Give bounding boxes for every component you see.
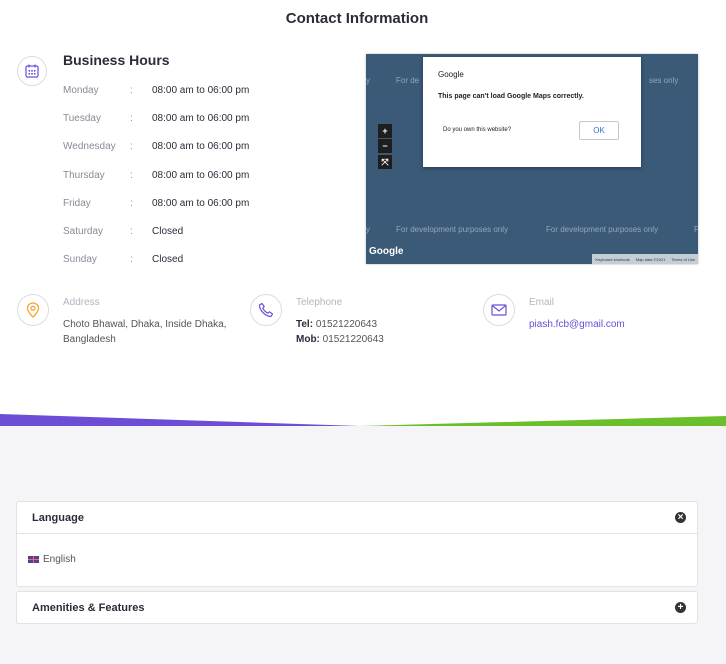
hours-value: 08:00 am to 06:00 pm [152,84,250,96]
address-line-2: Bangladesh [63,334,116,345]
expand-icon[interactable]: + [675,602,686,613]
zoom-in-button[interactable]: + [378,124,392,138]
separator: : [130,140,133,152]
hours-value: Closed [152,225,184,237]
keyboard-shortcuts-link[interactable]: Keyboard shortcuts [595,257,629,262]
zoom-out-button[interactable]: − [378,139,392,153]
map-watermark: For development purposes only [396,225,509,234]
day-label: Thursday [63,169,105,181]
separator: : [130,112,133,124]
hours-row-saturday: Saturday : Closed [63,221,183,241]
email-icon [483,294,515,326]
google-map[interactable]: y For de ses only y For development purp… [366,54,698,264]
tel-line: Tel: 01521220643 [296,317,384,332]
map-error-dialog: Google This page can't load Google Maps … [423,57,641,167]
hours-row-friday: Friday : 08:00 am to 06:00 pm [63,193,249,213]
telephone-label: Telephone [296,297,343,308]
map-watermark: F [694,225,698,234]
hours-row-wednesday: Wednesday : 08:00 am to 06:00 pm [63,136,249,156]
tel-number[interactable]: 01521220643 [313,319,377,330]
address-label: Address [63,297,100,308]
map-watermark: For development purposes only [546,225,659,234]
map-watermark: ses only [649,76,679,85]
dialog-title: Google [438,70,464,79]
dialog-message: This page can't load Google Maps correct… [438,93,584,100]
hours-value: 08:00 am to 06:00 pm [152,197,250,209]
business-hours-title: Business Hours [63,52,170,68]
map-watermark: y [366,225,370,234]
day-label: Friday [63,197,91,209]
fullscreen-button[interactable]: ⤧ [378,155,392,169]
map-footer: Keyboard shortcuts Map data ©2021 Terms … [592,254,698,264]
hours-value: 08:00 am to 06:00 pm [152,169,250,181]
google-logo: Google [369,246,404,257]
amenities-accordion: Amenities & Features + [16,591,698,624]
hours-row-tuesday: Tuesday : 08:00 am to 06:00 pm [63,108,249,128]
hours-value: 08:00 am to 06:00 pm [152,140,250,152]
mob-number[interactable]: 01521220643 [320,334,384,345]
amenities-title: Amenities & Features [32,601,145,614]
separator: : [130,84,133,96]
day-label: Monday [63,84,99,96]
tel-prefix: Tel: [296,319,314,330]
hours-value: Closed [152,253,184,265]
dialog-ok-button[interactable]: OK [579,121,619,140]
language-accordion-body: English [17,533,697,586]
calendar-icon [17,56,47,86]
language-title: Language [32,511,84,524]
day-label: Wednesday [63,140,116,152]
section-title: Contact Information [285,10,429,27]
hours-row-thursday: Thursday : 08:00 am to 06:00 pm [63,165,249,185]
language-item: English [43,554,76,565]
dialog-question: Do you own this website? [443,127,512,133]
terms-link[interactable]: Terms of Use [671,257,695,262]
uk-flag-icon [28,556,39,563]
separator: : [130,169,133,181]
email-label: Email [529,297,555,308]
separator: : [130,253,133,265]
hours-row-sunday: Sunday : Closed [63,249,183,269]
phone-icon [250,294,282,326]
separator: : [130,225,133,237]
map-watermark: y [366,76,370,85]
email-link[interactable]: piash.fcb@gmail.com [529,319,625,330]
separator: : [130,197,133,209]
amenities-accordion-header[interactable]: Amenities & Features + [17,592,697,623]
mob-line: Mob: 01521220643 [296,332,384,347]
hours-row-monday: Monday : 08:00 am to 06:00 pm [63,80,249,100]
location-pin-icon [17,294,49,326]
day-label: Sunday [63,253,97,265]
day-label: Tuesday [63,112,101,124]
hours-value: 08:00 am to 06:00 pm [152,112,250,124]
collapse-icon[interactable]: × [675,512,686,523]
language-accordion: Language × English [16,501,698,587]
address-line-1: Choto Bhawal, Dhaka, Inside Dhaka, [63,319,227,330]
address-value: Choto Bhawal, Dhaka, Inside Dhaka, Bangl… [63,317,226,347]
mob-prefix: Mob: [296,334,320,345]
map-data-text: Map data ©2021 [635,256,666,262]
language-accordion-header[interactable]: Language × [17,502,697,533]
day-label: Saturday [63,225,104,237]
map-watermark: For de [396,76,420,85]
telephone-values: Tel: 01521220643 Mob: 01521220643 [296,317,384,347]
